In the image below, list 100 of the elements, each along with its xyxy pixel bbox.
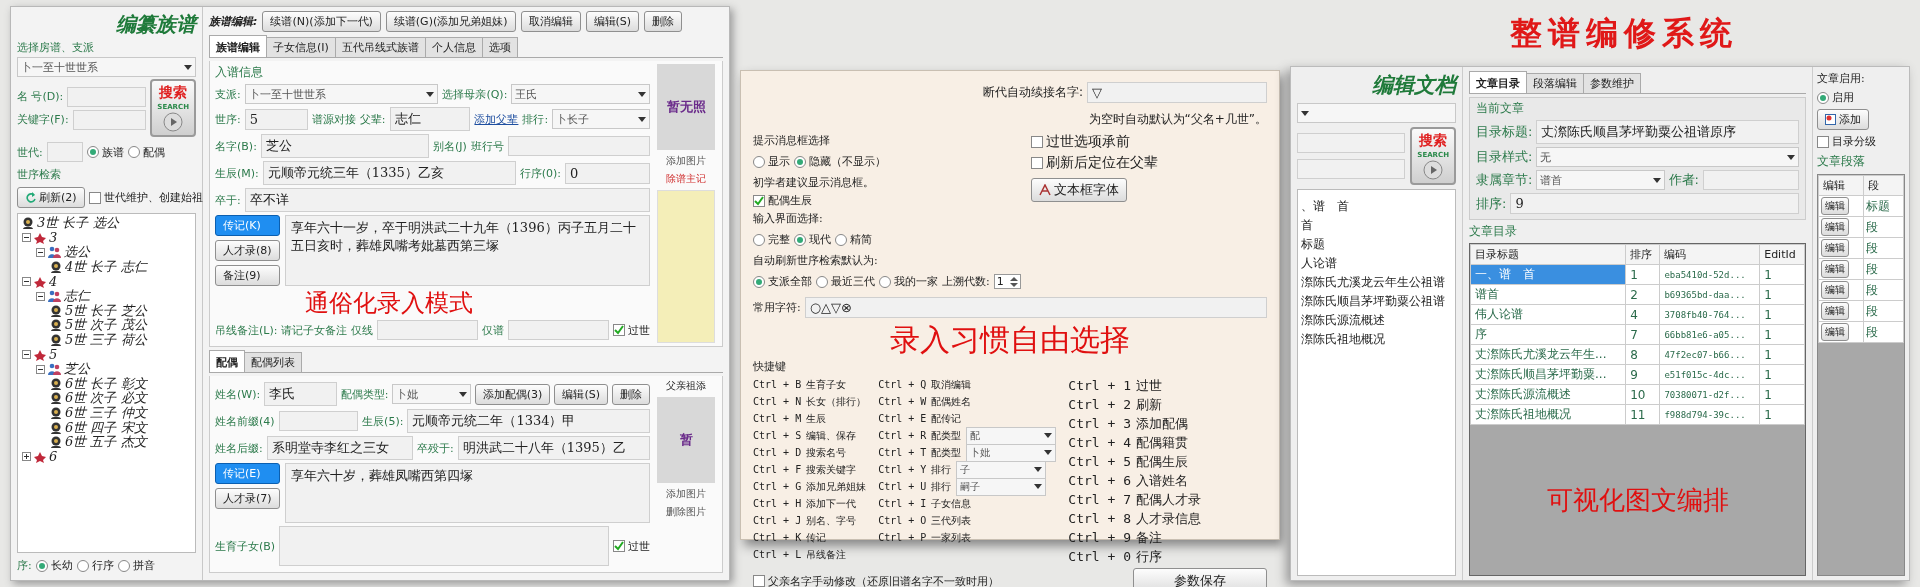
table-cell[interactable]: 序 (1470, 324, 1626, 345)
button[interactable]: 删除 (612, 383, 650, 405)
tab[interactable]: 个人信息 (424, 37, 483, 57)
text-field[interactable]: 丈漈陈氏顺昌茅坪勤粟公祖谱原序 (1536, 120, 1799, 144)
radio-button[interactable] (86, 146, 99, 158)
table-cell[interactable]: 丈漈陈氏尤溪龙云年生... (1470, 344, 1626, 365)
radio-button[interactable] (753, 275, 765, 288)
text-area[interactable]: 享年六十岁，葬雄凤嘴西第四塚 (284, 463, 650, 523)
checkbox[interactable] (753, 194, 765, 207)
button[interactable]: 备注(9) (215, 265, 280, 286)
collapse-icon[interactable] (22, 233, 31, 243)
outline-item[interactable]: 首 (1301, 217, 1452, 234)
checkbox[interactable] (1030, 157, 1043, 169)
text-field[interactable]: 李氏 (264, 382, 337, 406)
collapse-icon[interactable] (36, 364, 45, 374)
text-field[interactable]: 系明堂寺李红之三女 (266, 436, 413, 460)
tab[interactable]: 文章目录 (1469, 71, 1527, 93)
number-spinner[interactable]: 1 (993, 274, 1021, 289)
table-cell[interactable]: 丈漈陈氏顺昌茅坪勤粟... (1470, 364, 1626, 385)
text-field[interactable] (507, 136, 650, 156)
text-field[interactable]: ▽ (1087, 82, 1267, 103)
text-field[interactable] (377, 320, 479, 340)
tree-item[interactable]: 4 (49, 274, 58, 290)
dropdown[interactable]: 谱首 (1536, 170, 1665, 190)
edit-button[interactable]: 编辑 (1821, 323, 1849, 341)
tree-item[interactable]: 5世 三子 荷公 (65, 331, 147, 350)
dropdown[interactable]: 卜一至十世世系 (17, 57, 196, 77)
text-field[interactable]: 元顺帝元统二年（1334）甲 (407, 409, 650, 433)
radio-button[interactable] (816, 275, 828, 288)
button[interactable]: 编辑(S) (554, 383, 608, 405)
table-cell[interactable]: 谱首 (1470, 284, 1626, 305)
text-field[interactable]: 芝公 (260, 134, 429, 158)
button[interactable]: 添加配偶(3) (474, 383, 551, 405)
dropdown[interactable]: 子 (956, 460, 1047, 479)
text-field[interactable] (278, 411, 359, 431)
text-field[interactable]: 元顺帝元统三年（1335）乙亥 (262, 161, 516, 185)
outline-item[interactable]: 漈陈氏顺昌茅坪勤粟公祖谱 (1301, 293, 1452, 310)
toolbar-button[interactable]: 编辑(S) (585, 11, 640, 32)
checkbox[interactable] (1817, 135, 1829, 148)
outline-item[interactable]: 漈陈氏祖地概况 (1301, 331, 1452, 348)
radio-button[interactable] (127, 146, 140, 158)
collapse-icon[interactable] (36, 248, 45, 257)
link[interactable]: 删除图片 (666, 505, 706, 519)
tree-item[interactable]: 4世 长子 志仁 (65, 258, 147, 277)
dropdown[interactable]: 配 (966, 426, 1057, 445)
edit-button[interactable]: 编辑 (1821, 260, 1849, 278)
text-field[interactable]: 9 (1510, 193, 1799, 214)
radio-button[interactable] (794, 155, 806, 168)
radio-button[interactable] (35, 559, 48, 572)
collapse-icon[interactable] (36, 291, 45, 301)
radio-button[interactable] (879, 275, 891, 288)
link[interactable]: 添加图片 (666, 154, 706, 168)
radio-button[interactable] (753, 233, 765, 246)
radio-button[interactable] (117, 559, 130, 572)
text-field[interactable]: ○△▽⊗ (804, 297, 1267, 318)
radio-button[interactable] (835, 233, 847, 246)
button[interactable]: 人才录(7) (215, 488, 280, 509)
edit-button[interactable]: 编辑 (1821, 302, 1849, 320)
text-field[interactable] (1297, 133, 1406, 153)
dropdown[interactable]: 卜妣 (392, 384, 471, 404)
link[interactable]: 添加图片 (666, 487, 706, 501)
text-field[interactable]: 0 (564, 162, 650, 184)
tab[interactable]: 五代吊线式族谱 (334, 37, 426, 57)
text-field[interactable]: 5 (244, 108, 308, 130)
dropdown[interactable]: 卜一至十世世系 (244, 84, 439, 104)
collapse-icon[interactable] (22, 277, 31, 287)
table-cell[interactable]: 丈漈陈氏源流概述 (1470, 384, 1626, 405)
add-button[interactable]: 添加 (1817, 109, 1869, 130)
tree-item[interactable]: 5 (49, 347, 58, 363)
outline-item[interactable]: 人论谱 (1301, 255, 1452, 272)
radio-button[interactable] (794, 233, 806, 246)
text-field[interactable] (46, 142, 83, 162)
checkbox[interactable] (613, 324, 625, 336)
tab[interactable]: 段落编辑 (1526, 73, 1584, 93)
checkbox[interactable] (88, 191, 101, 204)
tab[interactable]: 子女信息(I) (266, 37, 336, 57)
checkbox[interactable] (753, 575, 765, 587)
text-field[interactable]: 卒不详 (244, 188, 650, 212)
dropdown[interactable]: 卜长子 (552, 109, 650, 129)
text-field[interactable] (72, 109, 147, 130)
edit-button[interactable]: 编辑 (1821, 218, 1849, 236)
button[interactable]: 人才录(8) (215, 240, 280, 261)
tree-item[interactable]: 6世 三子 仲文 (65, 404, 147, 422)
refresh-button[interactable]: 刷新(2) (17, 187, 85, 208)
text-field[interactable] (1297, 159, 1406, 179)
tree-item[interactable]: 3世 长子 选公 (37, 214, 119, 233)
text-field[interactable] (67, 86, 147, 107)
outline-item[interactable]: 漈陈氏源流概述 (1301, 312, 1452, 329)
table-cell[interactable]: 丈漈陈氏祖地概况 (1470, 404, 1626, 425)
tab[interactable]: 选项 (481, 37, 518, 57)
collapse-icon[interactable] (22, 350, 31, 360)
radio-button[interactable] (753, 155, 765, 168)
save-button[interactable]: 参数保存 (1133, 568, 1267, 587)
outline-item[interactable]: 标题 (1301, 236, 1452, 253)
table-cell[interactable]: 伟人论谱 (1470, 304, 1626, 325)
link[interactable]: 添加父辈 (474, 111, 519, 127)
radio-button[interactable] (76, 559, 89, 572)
text-field[interactable] (508, 320, 609, 340)
edit-button[interactable]: 编辑 (1821, 197, 1849, 215)
outline-item[interactable]: 漈陈氏尤溪龙云年生公祖谱 (1301, 274, 1452, 291)
